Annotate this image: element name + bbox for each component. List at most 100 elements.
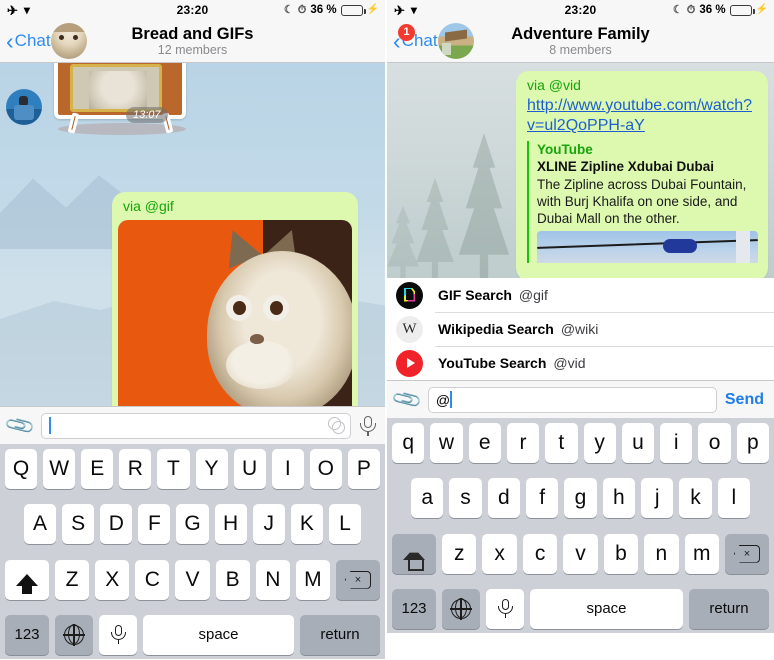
- key-d[interactable]: d: [487, 478, 520, 519]
- key-u[interactable]: u: [621, 423, 655, 463]
- key-a[interactable]: A: [24, 504, 57, 545]
- keyboard-left[interactable]: Q W E R T Y U I O P A S D F G H J K L Z …: [0, 444, 385, 659]
- link-message-bubble[interactable]: via @vid http://www.youtube.com/watch?v=…: [516, 71, 768, 278]
- key-g[interactable]: G: [176, 504, 209, 545]
- key-v[interactable]: V: [175, 559, 210, 600]
- key-k[interactable]: k: [679, 478, 712, 519]
- key-g[interactable]: g: [564, 478, 597, 519]
- key-y[interactable]: Y: [195, 449, 228, 489]
- chat-area-right[interactable]: via @vid http://www.youtube.com/watch?v=…: [387, 63, 774, 278]
- key-h[interactable]: h: [602, 478, 635, 519]
- key-y[interactable]: y: [583, 423, 616, 463]
- key-r[interactable]: r: [506, 423, 540, 463]
- key-b[interactable]: B: [215, 559, 250, 600]
- bot-suggestion-list[interactable]: GIF Search @gif W Wikipedia Search @wiki…: [387, 278, 774, 380]
- key-o[interactable]: o: [698, 423, 731, 463]
- key-t[interactable]: t: [545, 423, 578, 463]
- key-p[interactable]: p: [736, 423, 769, 463]
- key-d[interactable]: D: [100, 504, 133, 545]
- chat-avatar-left[interactable]: [51, 23, 88, 59]
- key-e[interactable]: e: [468, 423, 501, 463]
- key-i[interactable]: i: [660, 423, 693, 463]
- key-l[interactable]: l: [717, 478, 750, 519]
- chat-area-left[interactable]: 13:07 via @gif 13:11 ✓: [0, 63, 385, 406]
- space-key-right[interactable]: space: [530, 588, 683, 629]
- bot-suggestion-wiki[interactable]: W Wikipedia Search @wiki: [387, 312, 774, 346]
- return-key-right[interactable]: return: [689, 588, 769, 629]
- shift-key-left[interactable]: [5, 559, 49, 600]
- keyboard-row-3-left: Z X C V B N M ×: [2, 559, 383, 600]
- alarm-clock-icon: ⏱: [686, 3, 696, 16]
- key-f[interactable]: F: [138, 504, 171, 545]
- key-s[interactable]: S: [62, 504, 95, 545]
- key-l[interactable]: L: [328, 504, 361, 545]
- space-key-left[interactable]: space: [143, 614, 294, 655]
- key-m[interactable]: M: [295, 559, 330, 600]
- key-i[interactable]: I: [271, 449, 304, 489]
- message-input-left[interactable]: [40, 412, 351, 439]
- key-c[interactable]: c: [522, 533, 558, 574]
- key-j[interactable]: j: [640, 478, 674, 519]
- key-v[interactable]: v: [563, 533, 598, 574]
- background-fog-trees: [387, 108, 517, 278]
- key-x[interactable]: X: [95, 559, 130, 600]
- key-z[interactable]: Z: [55, 559, 90, 600]
- zipline-cable: [537, 239, 758, 249]
- key-c[interactable]: C: [135, 559, 170, 600]
- numbers-key-left[interactable]: 123: [5, 614, 49, 655]
- message-url-link[interactable]: http://www.youtube.com/watch?v=ul2QoPPH-…: [527, 96, 758, 136]
- key-s[interactable]: s: [449, 478, 482, 519]
- key-r[interactable]: R: [119, 449, 152, 489]
- sticker-icon[interactable]: [328, 417, 345, 434]
- return-key-left[interactable]: return: [300, 614, 380, 655]
- paperclip-icon[interactable]: 📎: [4, 409, 37, 441]
- key-t[interactable]: T: [157, 449, 190, 489]
- key-w[interactable]: w: [430, 423, 463, 463]
- dictation-key-left[interactable]: [99, 614, 137, 655]
- key-e[interactable]: E: [81, 449, 114, 489]
- backspace-key-right[interactable]: ×: [724, 533, 769, 574]
- surprised-cat-gif[interactable]: [118, 220, 352, 406]
- keyboard-right[interactable]: q w e r t y u i o p a s d f g h j k l z …: [387, 418, 774, 633]
- key-n[interactable]: N: [255, 559, 290, 600]
- key-p[interactable]: P: [347, 449, 380, 489]
- sender-avatar[interactable]: [6, 89, 42, 125]
- tree-1: [458, 133, 510, 278]
- backspace-key-left[interactable]: ×: [335, 559, 380, 600]
- key-m[interactable]: m: [684, 533, 719, 574]
- key-o[interactable]: O: [309, 449, 342, 489]
- numbers-key-right[interactable]: 123: [392, 588, 436, 629]
- key-n[interactable]: n: [644, 533, 679, 574]
- gif-message-bubble[interactable]: via @gif 13:11 ✓: [112, 192, 358, 406]
- message-input-right[interactable]: @: [427, 386, 717, 413]
- microphone-icon[interactable]: [359, 415, 377, 437]
- paperclip-icon[interactable]: 📎: [391, 383, 424, 415]
- key-u[interactable]: U: [233, 449, 266, 489]
- alarm-clock-icon: ⏱: [297, 3, 307, 16]
- sticker-message[interactable]: [48, 63, 198, 140]
- zipline-thumbnail[interactable]: [537, 231, 758, 263]
- globe-key-left[interactable]: [55, 614, 93, 655]
- dictation-key-right[interactable]: [486, 588, 524, 629]
- key-q[interactable]: Q: [5, 449, 38, 489]
- key-z[interactable]: z: [442, 533, 477, 574]
- key-b[interactable]: b: [603, 533, 639, 574]
- zipline-rider: [662, 239, 697, 253]
- bot-suggestion-gif[interactable]: GIF Search @gif: [387, 278, 774, 312]
- send-button[interactable]: Send: [725, 391, 766, 409]
- key-k[interactable]: K: [290, 504, 323, 545]
- battery-percent: 36 %: [310, 4, 337, 16]
- key-x[interactable]: x: [482, 533, 517, 574]
- key-h[interactable]: H: [214, 504, 247, 545]
- globe-key-right[interactable]: [442, 588, 480, 629]
- chat-avatar-right[interactable]: [438, 23, 475, 59]
- key-j[interactable]: J: [252, 504, 285, 545]
- shift-key-right[interactable]: [392, 533, 437, 574]
- key-a[interactable]: a: [411, 478, 444, 519]
- key-w[interactable]: W: [43, 449, 76, 489]
- link-preview[interactable]: YouTube XLINE Zipline Xdubai Dubai The Z…: [527, 141, 758, 263]
- message-input-value-right: @: [435, 391, 451, 408]
- bot-suggestion-youtube[interactable]: YouTube Search @vid: [387, 346, 774, 380]
- key-f[interactable]: f: [526, 478, 559, 519]
- key-q[interactable]: q: [392, 423, 425, 463]
